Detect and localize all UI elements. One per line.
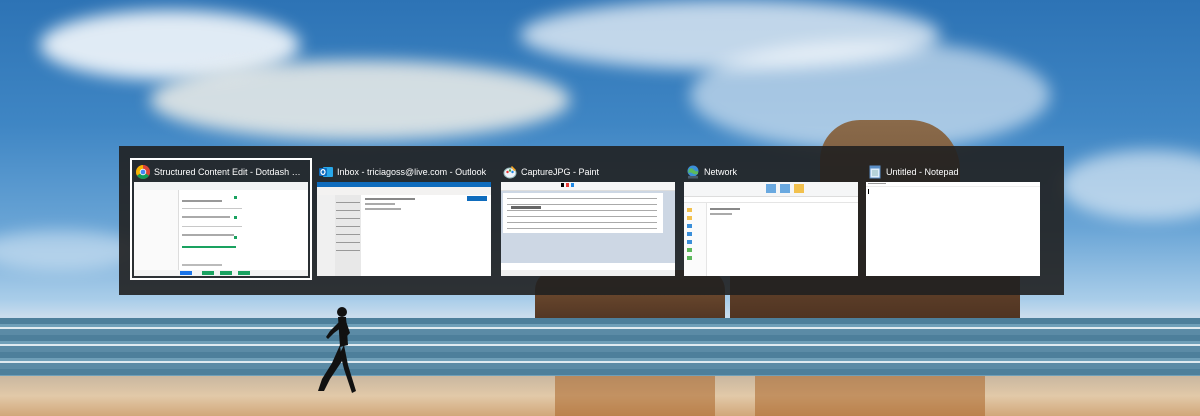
reading-pane-button <box>467 196 487 201</box>
divider <box>182 226 242 227</box>
window-network-explorer[interactable]: Network <box>682 160 860 278</box>
drive-icon <box>687 232 692 236</box>
image-highlight <box>511 206 541 209</box>
reading-pane-line <box>365 208 401 210</box>
image-row <box>507 228 657 229</box>
message-row <box>336 210 360 211</box>
folder-pane <box>317 195 335 276</box>
window-paint-capturejpg[interactable]: CaptureJPG - Paint <box>499 160 677 278</box>
footer-button <box>238 271 250 275</box>
status-dot <box>234 216 237 219</box>
ocean-waves <box>0 318 1200 378</box>
ribbon-icon <box>794 184 804 193</box>
color-swatch <box>561 183 564 187</box>
network-icon <box>687 248 692 252</box>
message-row <box>336 242 360 243</box>
rock-reflection <box>555 376 715 416</box>
window-chrome-dotdash-cms[interactable]: Structured Content Edit - Dotdash CMS... <box>130 158 312 280</box>
cloud <box>150 60 570 140</box>
network-icon <box>686 165 700 179</box>
footer-button <box>220 271 232 275</box>
image-row <box>507 204 657 205</box>
text-cursor <box>868 189 869 194</box>
window-title: Structured Content Edit - Dotdash CMS... <box>154 167 306 177</box>
window-outlook-inbox[interactable]: Inbox - triciagoss@live.com - Outlook <box>315 160 493 278</box>
image-row <box>507 216 657 217</box>
menu-items <box>868 183 886 184</box>
browser-toolbar <box>134 182 308 190</box>
status-dot <box>234 236 237 239</box>
notepad-icon <box>868 165 882 179</box>
rock-reflection <box>755 376 985 416</box>
message-row <box>336 250 360 251</box>
window-notepad-untitled[interactable]: Untitled - Notepad <box>864 160 1042 278</box>
message-row <box>336 218 360 219</box>
cms-sidebar <box>134 190 179 270</box>
drive-icon <box>687 224 692 228</box>
window-thumbnail <box>134 182 308 276</box>
image-row <box>507 210 657 211</box>
window-title: Network <box>704 167 738 177</box>
window-thumbnail <box>317 182 491 276</box>
image-row <box>507 222 657 223</box>
window-title: Untitled - Notepad <box>886 167 959 177</box>
message-row <box>336 234 360 235</box>
content-line <box>182 264 222 266</box>
window-thumbnail <box>866 182 1040 276</box>
window-title-bar: Inbox - triciagoss@live.com - Outlook <box>319 164 489 180</box>
paint-ribbon <box>501 182 675 191</box>
color-swatch <box>566 183 569 187</box>
content-line <box>182 216 230 218</box>
drive-icon <box>687 240 692 244</box>
paint-statusbar <box>501 270 675 276</box>
window-title-bar: CaptureJPG - Paint <box>503 164 673 180</box>
window-title-bar: Network <box>686 164 856 180</box>
footer-button <box>180 271 192 275</box>
footer-button <box>202 271 214 275</box>
folder-icon <box>687 208 692 212</box>
window-thumbnail <box>684 182 858 276</box>
content-line <box>182 234 234 236</box>
ribbon-icon <box>766 184 776 193</box>
message-row <box>336 202 360 203</box>
outlook-ribbon <box>317 187 491 195</box>
cloud <box>1060 150 1200 220</box>
content-line <box>182 246 236 248</box>
file-row <box>710 208 740 210</box>
chrome-icon <box>136 165 150 179</box>
window-title-bar: Structured Content Edit - Dotdash CMS... <box>136 164 306 180</box>
notepad-menubar <box>866 182 1040 187</box>
reading-pane-line <box>365 198 415 200</box>
paint-icon <box>503 165 517 179</box>
reading-pane-line <box>365 203 395 205</box>
message-list <box>335 195 361 276</box>
content-line <box>182 200 222 202</box>
window-thumbnail <box>501 182 675 276</box>
window-title: CaptureJPG - Paint <box>521 167 600 177</box>
task-switcher: Structured Content Edit - Dotdash CMS... <box>119 146 1064 295</box>
ribbon-icon <box>780 184 790 193</box>
color-swatch <box>571 183 574 187</box>
folder-icon <box>687 216 692 220</box>
window-title: Inbox - triciagoss@live.com - Outlook <box>337 167 487 177</box>
image-row <box>507 198 657 199</box>
outlook-icon <box>319 165 333 179</box>
window-title-bar: Untitled - Notepad <box>868 164 1038 180</box>
paint-canvas <box>503 193 663 233</box>
divider <box>182 208 242 209</box>
message-row <box>336 226 360 227</box>
address-bar <box>684 197 858 203</box>
runner-silhouette <box>318 307 356 393</box>
file-row <box>710 213 732 215</box>
status-dot <box>234 196 237 199</box>
network-icon <box>687 256 692 260</box>
